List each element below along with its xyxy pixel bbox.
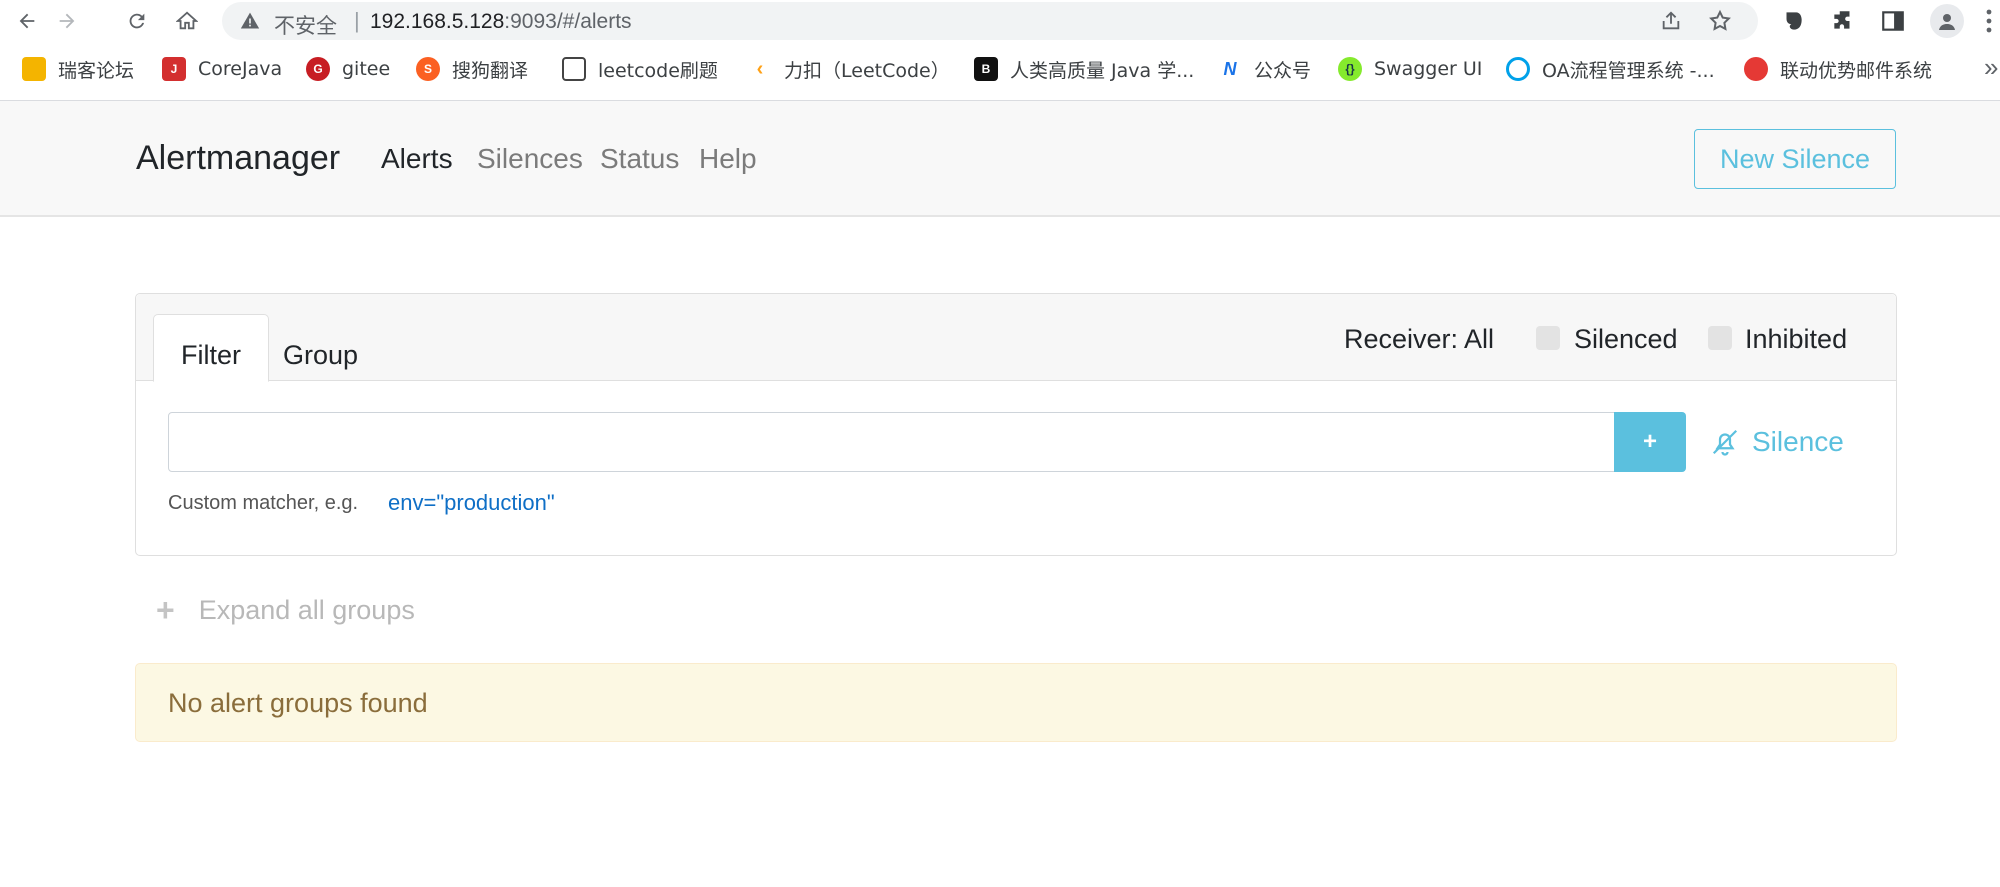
bookmark-label: CoreJava: [198, 58, 283, 80]
url-text: 192.168.5.128:9093/#/alerts: [370, 10, 632, 34]
plus-icon: +: [156, 591, 175, 628]
more-bookmarks-button[interactable]: »: [1984, 52, 1998, 83]
warning-icon: [240, 12, 260, 29]
expand-all-groups-button[interactable]: + Expand all groups: [156, 591, 415, 629]
bookmark-item[interactable]: Ggitee: [306, 54, 390, 84]
bilibili-tv-icon: B: [974, 57, 998, 81]
nav-alerts[interactable]: Alerts: [381, 143, 453, 175]
inhibited-label[interactable]: Inhibited: [1745, 324, 1847, 355]
address-bar[interactable]: 不安全 | 192.168.5.128:9093/#/alerts: [222, 2, 1758, 40]
nav-silences[interactable]: Silences: [477, 143, 583, 175]
nav-help[interactable]: Help: [699, 143, 757, 175]
bookmark-item[interactable]: 瑞客论坛: [22, 54, 134, 84]
side-panel-icon[interactable]: [1880, 8, 1906, 34]
silence-link-label: Silence: [1752, 426, 1844, 457]
bookmark-label: 人类高质量 Java 学...: [1010, 59, 1195, 82]
puzzle-extensions-icon[interactable]: [1830, 8, 1856, 34]
separator: |: [354, 8, 360, 33]
profile-button[interactable]: [1930, 4, 1964, 38]
app-navbar: Alertmanager Alerts Silences Status Help…: [0, 101, 2000, 217]
matcher-input[interactable]: [168, 412, 1616, 472]
home-icon: [176, 11, 198, 30]
silence-filter-link[interactable]: Silence: [1710, 422, 1844, 462]
matcher-example-link[interactable]: env="production": [388, 490, 555, 516]
url-path: :9093/#/alerts: [504, 10, 632, 33]
bookmark-item[interactable]: B 人类高质量 Java 学...: [974, 54, 1194, 84]
sogou-icon: S: [416, 57, 440, 81]
bookmark-item[interactable]: leetcode刷题: [562, 54, 718, 84]
new-silence-button[interactable]: New Silence: [1694, 129, 1896, 189]
matcher-hint: Custom matcher, e.g.: [168, 492, 359, 514]
folder-note-icon: [22, 57, 46, 81]
bell-slash-icon: [1712, 429, 1738, 456]
bookmark-label: 公众号: [1254, 59, 1312, 82]
avatar-icon: [1939, 14, 1955, 30]
reload-icon: [129, 13, 145, 29]
silenced-checkbox[interactable]: [1536, 326, 1560, 350]
forward-button[interactable]: [50, 4, 84, 38]
brand-title[interactable]: Alertmanager: [136, 139, 340, 178]
more-vert-icon[interactable]: [1984, 8, 1994, 34]
bookmark-star-icon[interactable]: [1708, 9, 1732, 33]
bookmark-item[interactable]: 联动优势邮件系统: [1744, 54, 1932, 84]
nav-status[interactable]: Status: [600, 143, 679, 175]
java-icon: J: [162, 57, 186, 81]
bookmark-label: 瑞客论坛: [58, 59, 135, 82]
bookmark-item[interactable]: S 搜狗翻译: [416, 54, 528, 84]
url-host: 192.168.5.128: [370, 10, 505, 33]
bookmark-label: OA流程管理系统 -...: [1542, 59, 1715, 82]
browser-toolbar: 不安全 | 192.168.5.128:9093/#/alerts: [0, 0, 2000, 42]
leetcode-icon: ‹: [748, 57, 772, 81]
card-header: Filter Group Receiver: All Silenced Inhi…: [136, 294, 1896, 382]
home-button[interactable]: [170, 4, 204, 38]
no-alerts-message: No alert groups found: [135, 663, 1897, 742]
bookmark-item[interactable]: N 公众号: [1218, 54, 1311, 84]
inhibited-checkbox[interactable]: [1708, 326, 1732, 350]
book-icon: [562, 57, 586, 81]
bookmark-item[interactable]: OA流程管理系统 -...: [1506, 54, 1715, 84]
bookmark-label: Swagger UI: [1374, 58, 1483, 80]
tab-label: Filter: [181, 339, 241, 370]
silenced-label[interactable]: Silenced: [1574, 324, 1678, 355]
tab-group[interactable]: Group: [256, 314, 385, 382]
wechat-mp-icon: N: [1218, 57, 1242, 81]
oa-icon: [1506, 57, 1530, 81]
bookmark-item[interactable]: {} Swagger UI: [1338, 54, 1482, 84]
mail-icon: [1744, 57, 1768, 81]
expand-all-label: Expand all groups: [198, 594, 415, 625]
bookmark-item[interactable]: ‹ 力扣（LeetCode）: [748, 54, 950, 84]
bookmark-label: leetcode刷题: [598, 59, 718, 82]
arrow-left-icon: [19, 13, 35, 29]
back-button[interactable]: [10, 4, 44, 38]
filter-card: Filter Group Receiver: All Silenced Inhi…: [135, 293, 1897, 556]
bookmark-label: 联动优势邮件系统: [1780, 59, 1933, 82]
gitee-icon: G: [306, 57, 330, 81]
share-icon[interactable]: [1660, 10, 1682, 32]
bookmark-label: 搜狗翻译: [452, 59, 529, 82]
receiver-dropdown[interactable]: Receiver: All: [1344, 324, 1494, 355]
bookmarks-bar: 瑞客论坛 J CoreJava Ggitee S 搜狗翻译 leetcode刷题 ‹…: [0, 42, 2000, 100]
arrow-right-icon: [59, 13, 75, 29]
bookmark-item[interactable]: J CoreJava: [162, 54, 282, 84]
tab-label: Group: [283, 339, 359, 370]
add-matcher-button[interactable]: +: [1614, 412, 1686, 472]
not-secure-label: 不安全: [274, 14, 337, 38]
evernote-icon[interactable]: [1780, 8, 1806, 34]
reload-button[interactable]: [120, 4, 154, 38]
bookmark-label: 力扣（LeetCode）: [784, 59, 950, 82]
tab-filter[interactable]: Filter: [153, 314, 269, 382]
swagger-icon: {}: [1338, 57, 1362, 81]
no-alerts-text: No alert groups found: [168, 688, 428, 718]
bookmark-label: gitee: [342, 58, 391, 80]
